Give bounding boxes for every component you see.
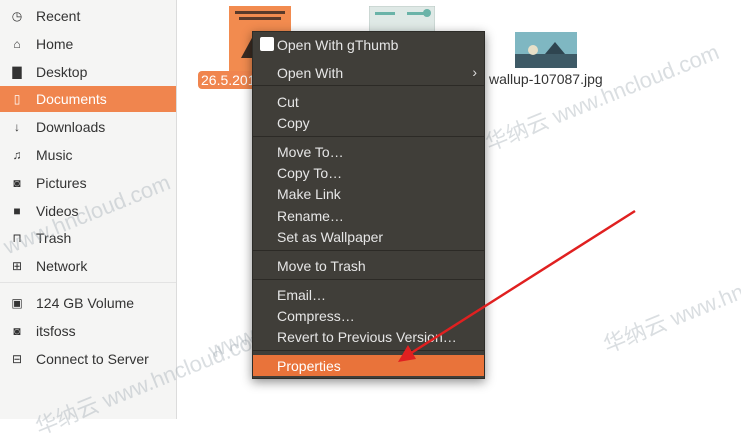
annotation-arrow	[398, 209, 636, 362]
